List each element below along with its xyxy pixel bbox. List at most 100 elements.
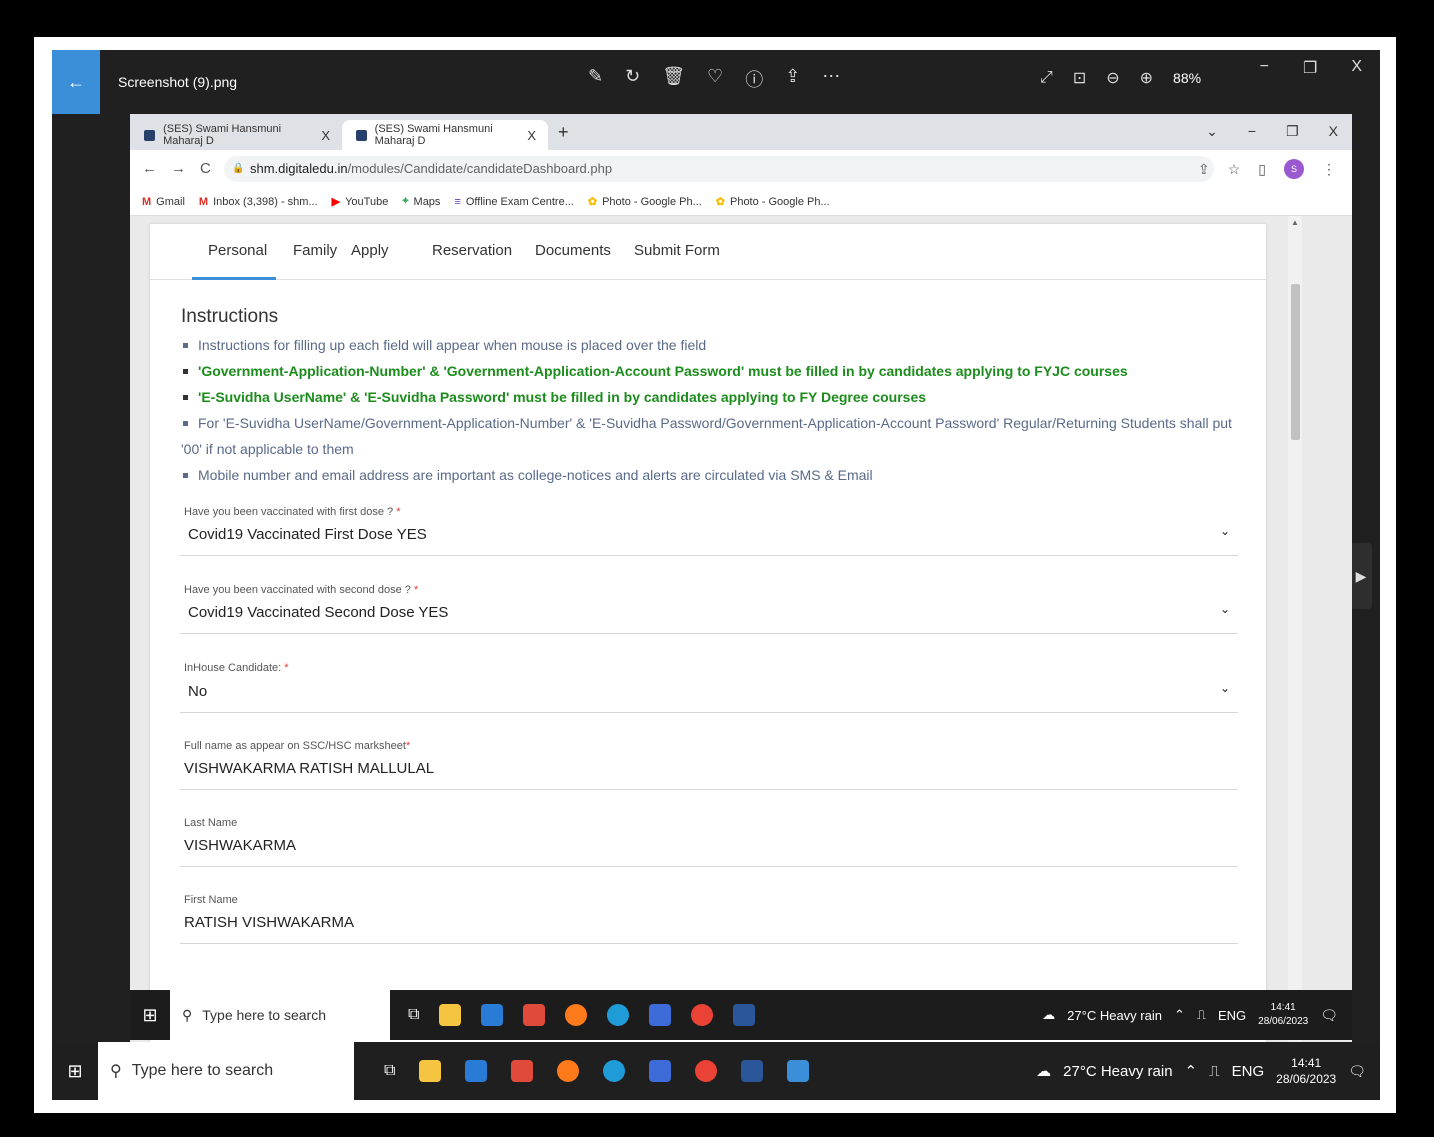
inhouse-select[interactable]: InHouse Candidate: * No ⌄ [180,656,1238,713]
bookmark-photos[interactable]: ✿ Photo - Google Ph... [716,195,830,209]
file-explorer-icon[interactable] [439,1004,462,1026]
share-icon[interactable]: ⇪ [1198,161,1210,178]
url-bar[interactable]: 🔒 shm.digitaledu.in/modules/Candidate/ca… [224,156,1214,182]
anydesk-icon[interactable] [523,1004,546,1026]
tab-family[interactable]: Family [293,242,337,259]
tab-apply[interactable]: Apply [351,242,389,259]
edit-icon[interactable]: ✎ [588,66,603,92]
side-panel-icon[interactable]: ▯ [1258,161,1266,178]
first-name-field[interactable]: First Name RATISH VISHWAKARMA [180,888,1238,944]
firefox-icon[interactable] [557,1060,580,1082]
browser-tab[interactable]: (SES) Swami Hansmuni Maharaj D X [130,120,342,150]
fullscreen-icon[interactable]: ⤢ [1040,69,1053,87]
tab-close-icon[interactable]: X [527,128,536,143]
weather-icon: ☁ [1036,1063,1052,1080]
weather-text[interactable]: 27°C Heavy rain [1067,1008,1162,1023]
notification-icon[interactable]: 🗨 [1320,1007,1338,1024]
firefox-icon[interactable] [565,1004,588,1026]
language-indicator[interactable]: ENG [1218,1008,1246,1023]
word-icon[interactable] [741,1060,764,1082]
actual-size-icon[interactable]: ⊡ [1073,68,1086,88]
forward-icon[interactable]: → [171,160,186,177]
search-placeholder: Type here to search [202,1007,327,1023]
menu-dots-icon[interactable]: ⋮ [1322,161,1336,178]
bookmark-offline-exam[interactable]: ≡ Offline Exam Centre... [454,196,573,208]
task-view-icon[interactable]: ⧉ [384,1062,395,1080]
new-tab-button[interactable]: + [558,122,569,143]
edge-icon[interactable] [603,1060,626,1082]
bookmark-gmail[interactable]: M Gmail [142,196,185,208]
store-icon[interactable] [649,1060,672,1082]
taskbar-search[interactable]: ⚲ Type here to search [98,1042,354,1100]
favorite-icon[interactable]: ♡ [707,66,723,92]
second-dose-select[interactable]: Have you been vaccinated with second dos… [180,578,1238,634]
more-icon[interactable]: ⋯ [822,66,840,92]
tab-close-icon[interactable]: X [321,128,330,143]
tab-reservation[interactable]: Reservation [432,242,512,259]
minimize-icon[interactable]: − [1248,123,1256,140]
tab-personal[interactable]: Personal [208,242,267,259]
tray-chevron-icon[interactable]: ⌃ [1174,1007,1185,1023]
reload-icon[interactable]: C [200,160,211,177]
restore-icon[interactable]: ❐ [1286,123,1299,140]
minimize-icon[interactable]: − [1260,58,1269,78]
chrome-icon[interactable] [695,1060,718,1082]
weather-text[interactable]: 27°C Heavy rain [1063,1063,1172,1080]
scrollbar-thumb[interactable] [1291,284,1300,440]
bookmark-youtube[interactable]: ▶ YouTube [331,195,389,209]
restore-icon[interactable]: ❐ [1303,58,1317,78]
bookmark-label: Maps [413,195,441,208]
file-explorer-icon[interactable] [419,1060,442,1082]
zoom-in-icon[interactable]: ⊕ [1140,68,1153,88]
share-icon[interactable]: ⇪ [785,66,800,92]
bookmark-star-icon[interactable]: ☆ [1228,161,1241,178]
first-dose-select[interactable]: Have you been vaccinated with first dose… [180,500,1238,556]
clock[interactable]: 14:41 28/06/2023 [1258,1001,1308,1029]
chevron-down-icon: ⌄ [1219,602,1230,616]
bookmark-photos[interactable]: ✿ Photo - Google Ph... [588,195,702,209]
task-view-icon[interactable]: ⧉ [408,1006,419,1024]
tab-search-icon[interactable]: ⌄ [1206,123,1218,140]
maps-icon: ⌖ [402,195,409,207]
store-icon[interactable] [649,1004,672,1026]
close-icon[interactable]: X [1329,123,1338,140]
tab-documents[interactable]: Documents [535,242,611,259]
back-icon[interactable]: ← [142,160,157,177]
rotate-icon[interactable]: ↻ [625,66,640,92]
windows-start-icon[interactable]: ⊞ [52,1061,98,1082]
field-value: Covid19 Vaccinated First Dose YES [188,526,427,543]
profile-avatar[interactable]: S [1284,159,1304,179]
tab-submit-form[interactable]: Submit Form [634,242,720,259]
youtube-icon: ▶ [331,196,341,208]
browser-tab-active[interactable]: (SES) Swami Hansmuni Maharaj D X [342,120,548,150]
delete-icon[interactable]: 🗑 [662,66,685,92]
anydesk-icon[interactable] [511,1060,534,1082]
photos-app-icon[interactable] [787,1060,810,1082]
last-name-field[interactable]: Last Name VISHWAKARMA [180,811,1238,867]
chrome-icon[interactable] [691,1004,714,1026]
zoom-out-icon[interactable]: ⊖ [1106,68,1119,88]
tray-chevron-icon[interactable]: ⌃ [1185,1062,1198,1080]
page-scrollbar[interactable]: ▲ ▼ [1288,216,1302,1052]
windows-start-icon[interactable]: ⊞ [130,1005,170,1026]
close-icon[interactable]: X [1351,58,1362,78]
bookmark-inbox[interactable]: M Inbox (3,398) - shm... [199,196,318,208]
network-icon[interactable]: ⎍ [1209,1063,1220,1080]
field-label: Have you been vaccinated with second dos… [184,584,419,596]
edge-icon[interactable] [607,1004,630,1026]
back-arrow-icon[interactable]: ← [52,50,100,114]
bookmark-maps[interactable]: ⌖ Maps [402,195,440,208]
info-icon[interactable]: ⓘ [745,66,763,92]
mail-icon[interactable] [481,1004,504,1026]
mail-icon[interactable] [465,1060,488,1082]
word-icon[interactable] [733,1004,756,1026]
notification-icon[interactable]: 🗨 [1348,1063,1366,1080]
full-name-field[interactable]: Full name as appear on SSC/HSC marksheet… [180,734,1238,790]
chevron-down-icon: ⌄ [1219,681,1230,695]
next-image-icon[interactable]: ▶ [1350,543,1372,609]
network-icon[interactable]: ⎍ [1197,1007,1206,1023]
language-indicator[interactable]: ENG [1232,1063,1265,1080]
taskbar-search[interactable]: ⚲ Type here to search [170,990,390,1040]
clock[interactable]: 14:41 28/06/2023 [1276,1055,1336,1087]
scroll-up-icon[interactable]: ▲ [1291,218,1299,227]
